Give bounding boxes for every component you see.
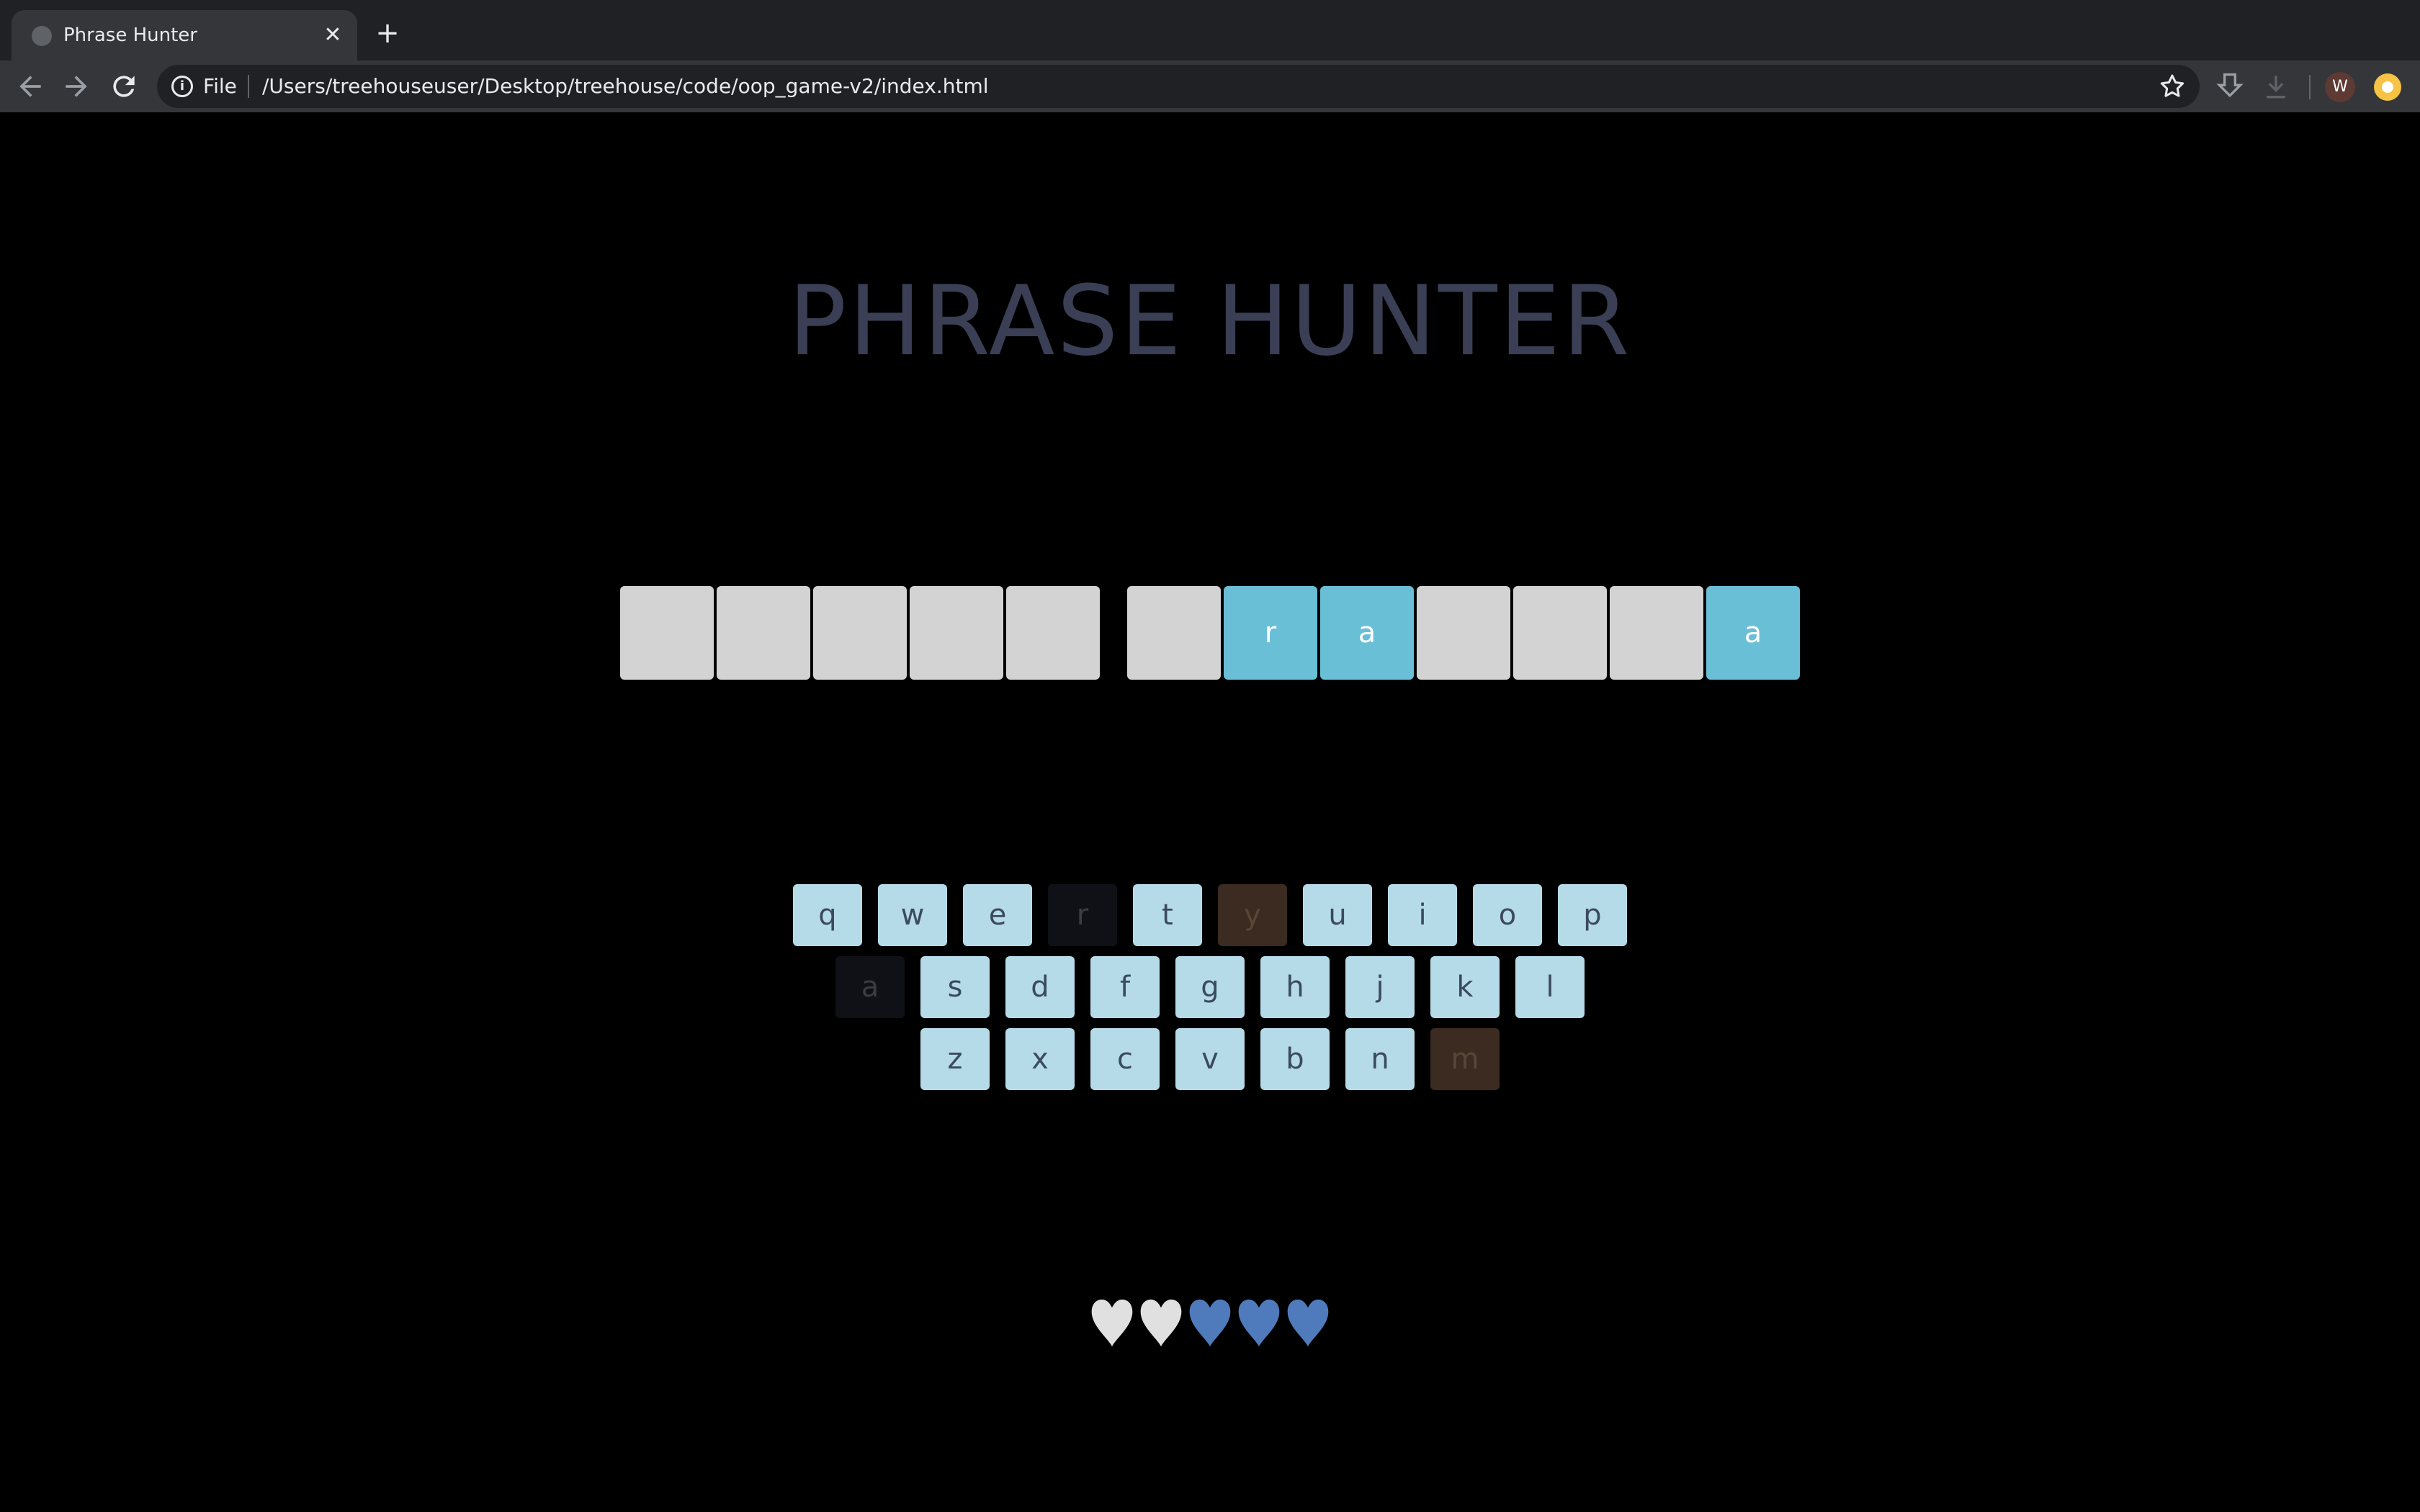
download-extension-icon[interactable] <box>2214 71 2246 102</box>
key-r: r <box>1048 884 1117 946</box>
reload-icon[interactable] <box>108 71 140 102</box>
key-s[interactable]: s <box>920 956 990 1018</box>
key-x[interactable]: x <box>1005 1028 1075 1090</box>
key-d[interactable]: d <box>1005 956 1075 1018</box>
key-e[interactable]: e <box>963 884 1032 946</box>
phrase-letter-hidden <box>1610 586 1703 680</box>
key-k[interactable]: k <box>1430 956 1500 1018</box>
key-t[interactable]: t <box>1133 884 1202 946</box>
new-tab-button[interactable]: + <box>372 19 403 50</box>
tab-title: Phrase Hunter <box>63 24 197 46</box>
key-h[interactable]: h <box>1260 956 1330 1018</box>
phrase-letter-hidden <box>620 586 714 680</box>
close-tab-icon[interactable]: ✕ <box>320 23 346 49</box>
key-f[interactable]: f <box>1090 956 1160 1018</box>
key-p[interactable]: p <box>1558 884 1627 946</box>
phrase-letter-revealed: a <box>1706 586 1800 680</box>
key-n[interactable]: n <box>1345 1028 1415 1090</box>
keyboard-row: zxcvbnm <box>0 1028 2420 1090</box>
phrase-letter-revealed: a <box>1320 586 1414 680</box>
key-l[interactable]: l <box>1515 956 1585 1018</box>
phrase-letter-hidden <box>910 586 1003 680</box>
heart-icon-live <box>1234 1293 1283 1351</box>
tab-phrase-hunter[interactable]: Phrase Hunter ✕ <box>12 10 357 60</box>
phrase-display: raa <box>620 586 1803 680</box>
key-o[interactable]: o <box>1473 884 1542 946</box>
tab-bar: Phrase Hunter ✕ + <box>0 0 2420 60</box>
star-icon[interactable] <box>2158 72 2187 101</box>
info-icon[interactable]: i <box>171 76 193 97</box>
phrase-space <box>1103 586 1124 680</box>
url-text[interactable]: /Users/treehouseuser/Desktop/treehouse/c… <box>262 75 989 98</box>
extension-icon[interactable] <box>2374 73 2401 101</box>
game-page: PHRASE HUNTER raa qwertyuiopasdfghjklzxc… <box>0 112 2420 1512</box>
heart-icon-lost <box>1088 1293 1137 1351</box>
key-j[interactable]: j <box>1345 956 1415 1018</box>
phrase-letter-hidden <box>1127 586 1221 680</box>
heart-icon-lost <box>1137 1293 1186 1351</box>
phrase-letter-hidden <box>1513 586 1607 680</box>
key-u[interactable]: u <box>1303 884 1372 946</box>
forward-arrow-icon[interactable] <box>60 71 92 102</box>
back-arrow-icon[interactable] <box>14 71 46 102</box>
scheme-label: File <box>203 74 237 98</box>
phrase-letter-revealed: r <box>1224 586 1317 680</box>
key-i[interactable]: i <box>1388 884 1457 946</box>
phrase-letter-hidden <box>1417 586 1510 680</box>
profile-avatar[interactable]: W <box>2325 72 2355 102</box>
key-v[interactable]: v <box>1175 1028 1245 1090</box>
address-separator <box>248 75 249 98</box>
key-w[interactable]: w <box>878 884 947 946</box>
key-b[interactable]: b <box>1260 1028 1330 1090</box>
toolbar-divider <box>2309 75 2311 99</box>
page-title: PHRASE HUNTER <box>788 265 1632 377</box>
onscreen-keyboard: qwertyuiop asdfghjkl zxcvbnm <box>0 884 2420 1100</box>
phrase-letter-hidden <box>717 586 810 680</box>
globe-icon <box>32 26 52 46</box>
key-m: m <box>1430 1028 1500 1090</box>
key-z[interactable]: z <box>920 1028 990 1090</box>
heart-icon-live <box>1283 1293 1332 1351</box>
phrase-letter-hidden <box>813 586 907 680</box>
keyboard-row: asdfghjkl <box>0 956 2420 1018</box>
key-y: y <box>1218 884 1287 946</box>
key-g[interactable]: g <box>1175 956 1245 1018</box>
heart-icon-live <box>1186 1293 1234 1351</box>
key-a: a <box>835 956 905 1018</box>
download-icon[interactable] <box>2260 71 2292 102</box>
key-c[interactable]: c <box>1090 1028 1160 1090</box>
lives-scoreboard <box>0 1293 2420 1351</box>
keyboard-row: qwertyuiop <box>0 884 2420 946</box>
key-q[interactable]: q <box>793 884 862 946</box>
address-bar[interactable]: i File /Users/treehouseuser/Desktop/tree… <box>157 65 2200 108</box>
phrase-letter-hidden <box>1006 586 1100 680</box>
